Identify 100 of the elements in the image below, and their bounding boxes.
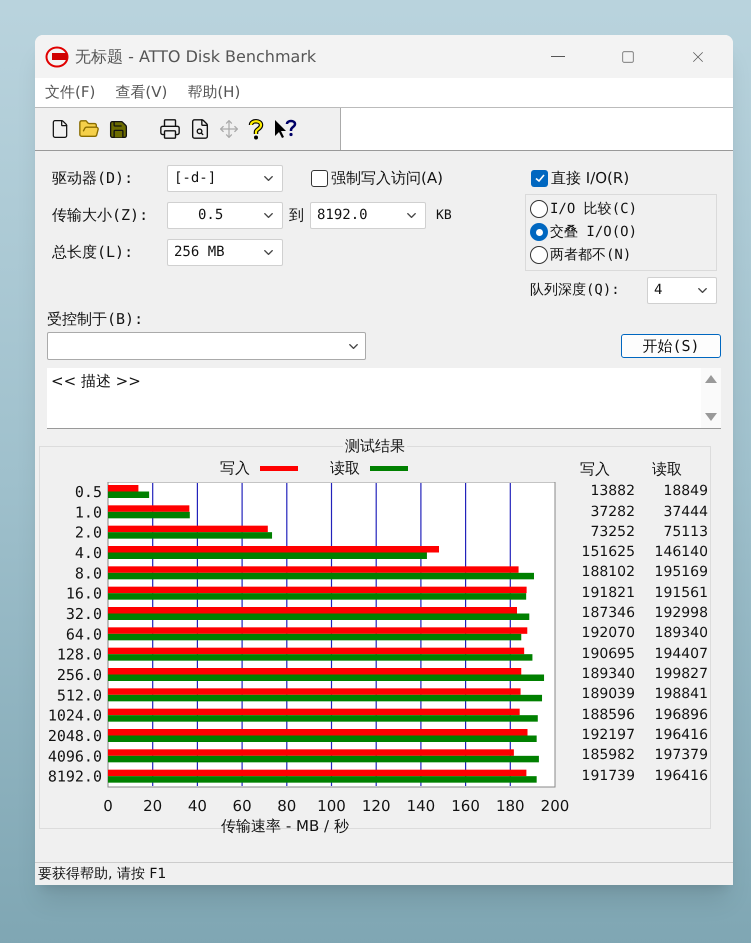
scroll-up-icon[interactable]: [705, 374, 717, 383]
x-tick-label: 200: [540, 796, 570, 814]
scrollbar[interactable]: [701, 368, 721, 428]
table-cell-text: 196896: [654, 706, 708, 725]
checkbox[interactable]: [531, 170, 548, 187]
table-cell-text: 151625: [580, 543, 635, 562]
start-button[interactable]: 开始(S): [621, 334, 721, 358]
menu-item[interactable]: 查看(V): [115, 81, 168, 104]
table-cell-text: 75113: [662, 522, 708, 542]
chart-title: 测试结果: [344, 436, 406, 457]
checkbox[interactable]: [311, 170, 328, 187]
table-cell-text: 195169: [654, 563, 708, 582]
column-header: 写入: [579, 459, 611, 480]
window-title: 无标题 - ATTO Disk Benchmark: [75, 46, 316, 68]
x-tick-label: 60: [232, 796, 252, 814]
x-tick-label: 100: [317, 796, 346, 814]
category-label: 8.0: [74, 564, 102, 582]
size-to-dropdown[interactable]: 8192.0: [310, 202, 426, 229]
table-cell-text: 37282: [589, 502, 635, 522]
category-label: 2.0: [74, 523, 102, 542]
x-tick-label: 120: [362, 796, 391, 814]
new-file-icon[interactable]: [50, 119, 70, 139]
table-cell-text: 191739: [580, 766, 635, 786]
folder-icon[interactable]: [78, 118, 100, 140]
table-cell-text: 192197: [580, 726, 635, 746]
table-cell-text: 191561: [654, 584, 708, 603]
pointer-help-icon[interactable]: [273, 118, 297, 140]
field-label: 受控制于(B):: [47, 308, 144, 330]
field-label: 总长度(L):: [52, 242, 134, 264]
table-cell-text: 198841: [654, 685, 708, 704]
table-cell-text: 190695: [580, 644, 635, 664]
table-cell-text: 189340: [580, 665, 635, 684]
table-cell-text: 189039: [580, 685, 635, 704]
x-tick-label: 0: [103, 796, 113, 814]
x-tick-label: 40: [188, 796, 207, 814]
table-cell-text: 188102: [580, 563, 635, 582]
drive-dropdown[interactable]: [-d-]: [167, 165, 283, 192]
x-tick-label: 80: [277, 796, 296, 814]
category-label: 64.0: [66, 624, 102, 643]
description-text: << 描述 >>: [50, 371, 142, 392]
table-cell-text: 37444: [662, 502, 708, 522]
queue-depth-dropdown[interactable]: 4: [647, 276, 717, 304]
field-label: 队列深度(Q):: [530, 280, 621, 300]
category-label: 4096.0: [48, 746, 102, 765]
unit-label: KB: [436, 206, 452, 225]
legend-label: 写入: [220, 458, 250, 480]
category-label: 128.0: [56, 645, 102, 664]
column-header: 读取: [651, 459, 683, 480]
table-cell-text: 196416: [654, 726, 708, 746]
legend-label: 读取: [330, 458, 360, 480]
category-label: 256.0: [56, 666, 102, 684]
checkbox-label: 强制写入访问(A): [331, 168, 443, 190]
category-label: 1024.0: [48, 706, 102, 724]
menu-item[interactable]: 文件(F): [45, 81, 96, 104]
category-label: 16.0: [66, 584, 102, 602]
radio-button[interactable]: [530, 223, 548, 241]
category-label: 8192.0: [48, 767, 102, 786]
size-from-dropdown[interactable]: 0.5: [167, 202, 283, 229]
radio-button[interactable]: [530, 246, 548, 264]
category-label: 0.5: [74, 482, 102, 500]
table-cell-text: 197379: [654, 746, 708, 766]
table-cell-text: 189340: [654, 624, 708, 644]
table-cell-text: 187346: [580, 604, 635, 624]
length-dropdown[interactable]: 256 MB: [167, 239, 283, 266]
field-label: 驱动器(D):: [52, 168, 134, 190]
table-cell-text: 192998: [654, 604, 708, 624]
table-cell-text: 73252: [589, 522, 635, 542]
radio-button[interactable]: [530, 200, 548, 218]
radio-label: I/O 比较(C): [550, 200, 638, 218]
print-preview-icon[interactable]: [189, 118, 211, 140]
table-cell-text: 188596: [580, 706, 635, 725]
status-text: 要获得帮助, 请按 F1: [38, 864, 166, 884]
menu-item[interactable]: 帮助(H): [187, 81, 240, 104]
table-cell-text: 13882: [589, 482, 635, 502]
x-tick-label: 160: [451, 796, 480, 814]
category-label: 1.0: [74, 502, 102, 521]
table-cell-text: 18849: [662, 482, 708, 502]
scroll-down-icon[interactable]: [705, 413, 717, 422]
description-box[interactable]: << 描述 >>: [47, 368, 721, 429]
radio-label: 两者都不(N): [550, 246, 632, 264]
printer-icon[interactable]: [159, 118, 181, 140]
table-cell-text: 196416: [654, 766, 708, 786]
range-label: 到: [289, 205, 304, 226]
x-axis-label: 传输速率 - MB / 秒: [221, 816, 349, 834]
table-cell-text: 146140: [654, 543, 708, 562]
category-label: 2048.0: [48, 726, 102, 744]
maximize-icon: [621, 50, 635, 64]
category-label: 4.0: [74, 544, 102, 562]
table-cell-text: 194407: [654, 644, 708, 664]
table-cell-text: 191821: [580, 584, 635, 603]
save-icon[interactable]: [108, 118, 129, 140]
help-icon[interactable]: [247, 118, 265, 140]
checkbox-label: 直接 I/O(R): [551, 168, 630, 189]
category-label: 32.0: [66, 604, 102, 622]
field-label: 传输大小(Z):: [52, 205, 150, 226]
minimize-icon: [551, 56, 565, 57]
table-cell-text: 199827: [654, 665, 708, 684]
x-tick-label: 20: [143, 796, 162, 814]
app-logo-icon: [45, 46, 69, 68]
x-tick-label: 140: [406, 796, 436, 814]
